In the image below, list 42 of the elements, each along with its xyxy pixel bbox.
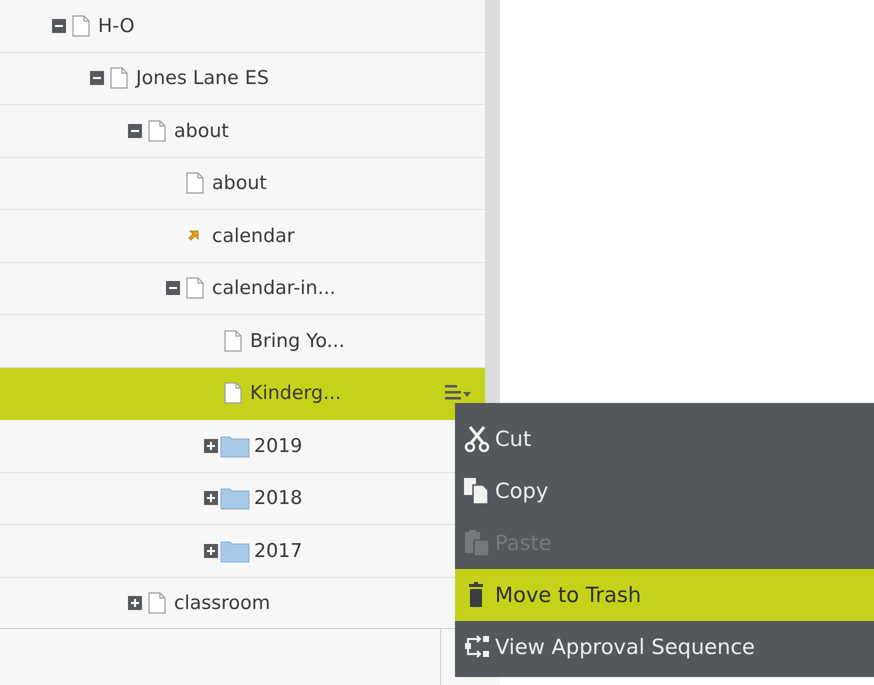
tree-item-label: classroom bbox=[174, 592, 270, 614]
tree-item-label: 2017 bbox=[254, 540, 302, 562]
page-icon bbox=[148, 120, 166, 142]
expand-icon[interactable] bbox=[128, 596, 142, 610]
expand-icon[interactable] bbox=[204, 438, 218, 453]
folder-icon bbox=[220, 434, 250, 458]
tree-row[interactable]: about bbox=[0, 105, 485, 158]
tree-item-label: Kinderg... bbox=[250, 382, 342, 404]
tree-item-label: 2019 bbox=[254, 434, 302, 457]
tree-item-label: 2018 bbox=[254, 487, 302, 510]
collapse-icon[interactable] bbox=[128, 124, 142, 138]
tree-item-label: calendar bbox=[212, 224, 295, 247]
page-icon bbox=[110, 67, 128, 90]
menu-icon[interactable] bbox=[445, 384, 471, 402]
expand-icon[interactable] bbox=[204, 491, 218, 506]
tree-row[interactable]: calendar-in... bbox=[0, 262, 485, 315]
page-icon bbox=[148, 592, 166, 614]
tree-item-label: H-O bbox=[98, 14, 135, 37]
collapse-icon[interactable] bbox=[52, 18, 66, 33]
collapse-icon[interactable] bbox=[90, 71, 104, 86]
page-icon bbox=[224, 330, 242, 352]
page-icon bbox=[72, 14, 90, 37]
page-icon bbox=[224, 382, 242, 404]
folder-icon bbox=[220, 486, 250, 510]
page-icon bbox=[186, 277, 204, 300]
tree-item-label: Jones Lane ES bbox=[136, 67, 269, 90]
page-icon bbox=[186, 172, 204, 194]
tree-row[interactable]: calendar bbox=[0, 210, 485, 262]
tree-item-label: about bbox=[174, 120, 229, 142]
tree-item-label: Bring Yo... bbox=[250, 330, 345, 352]
tree-item-label: calendar-in... bbox=[212, 277, 336, 300]
tree-row[interactable]: Jones Lane ES bbox=[0, 52, 485, 105]
clipboard-icon bbox=[463, 529, 491, 557]
expand-icon[interactable] bbox=[204, 544, 218, 558]
menu-item[interactable]: Move to Trash bbox=[455, 569, 874, 621]
tree-item-label: about bbox=[212, 172, 267, 194]
scissors-icon bbox=[463, 425, 491, 453]
folder-icon bbox=[220, 538, 250, 563]
tree-row[interactable]: H-O bbox=[0, 0, 485, 52]
collapse-icon[interactable] bbox=[166, 281, 180, 296]
tree-row[interactable]: about bbox=[0, 158, 485, 210]
tree-row[interactable]: Kinderg... bbox=[0, 368, 485, 420]
